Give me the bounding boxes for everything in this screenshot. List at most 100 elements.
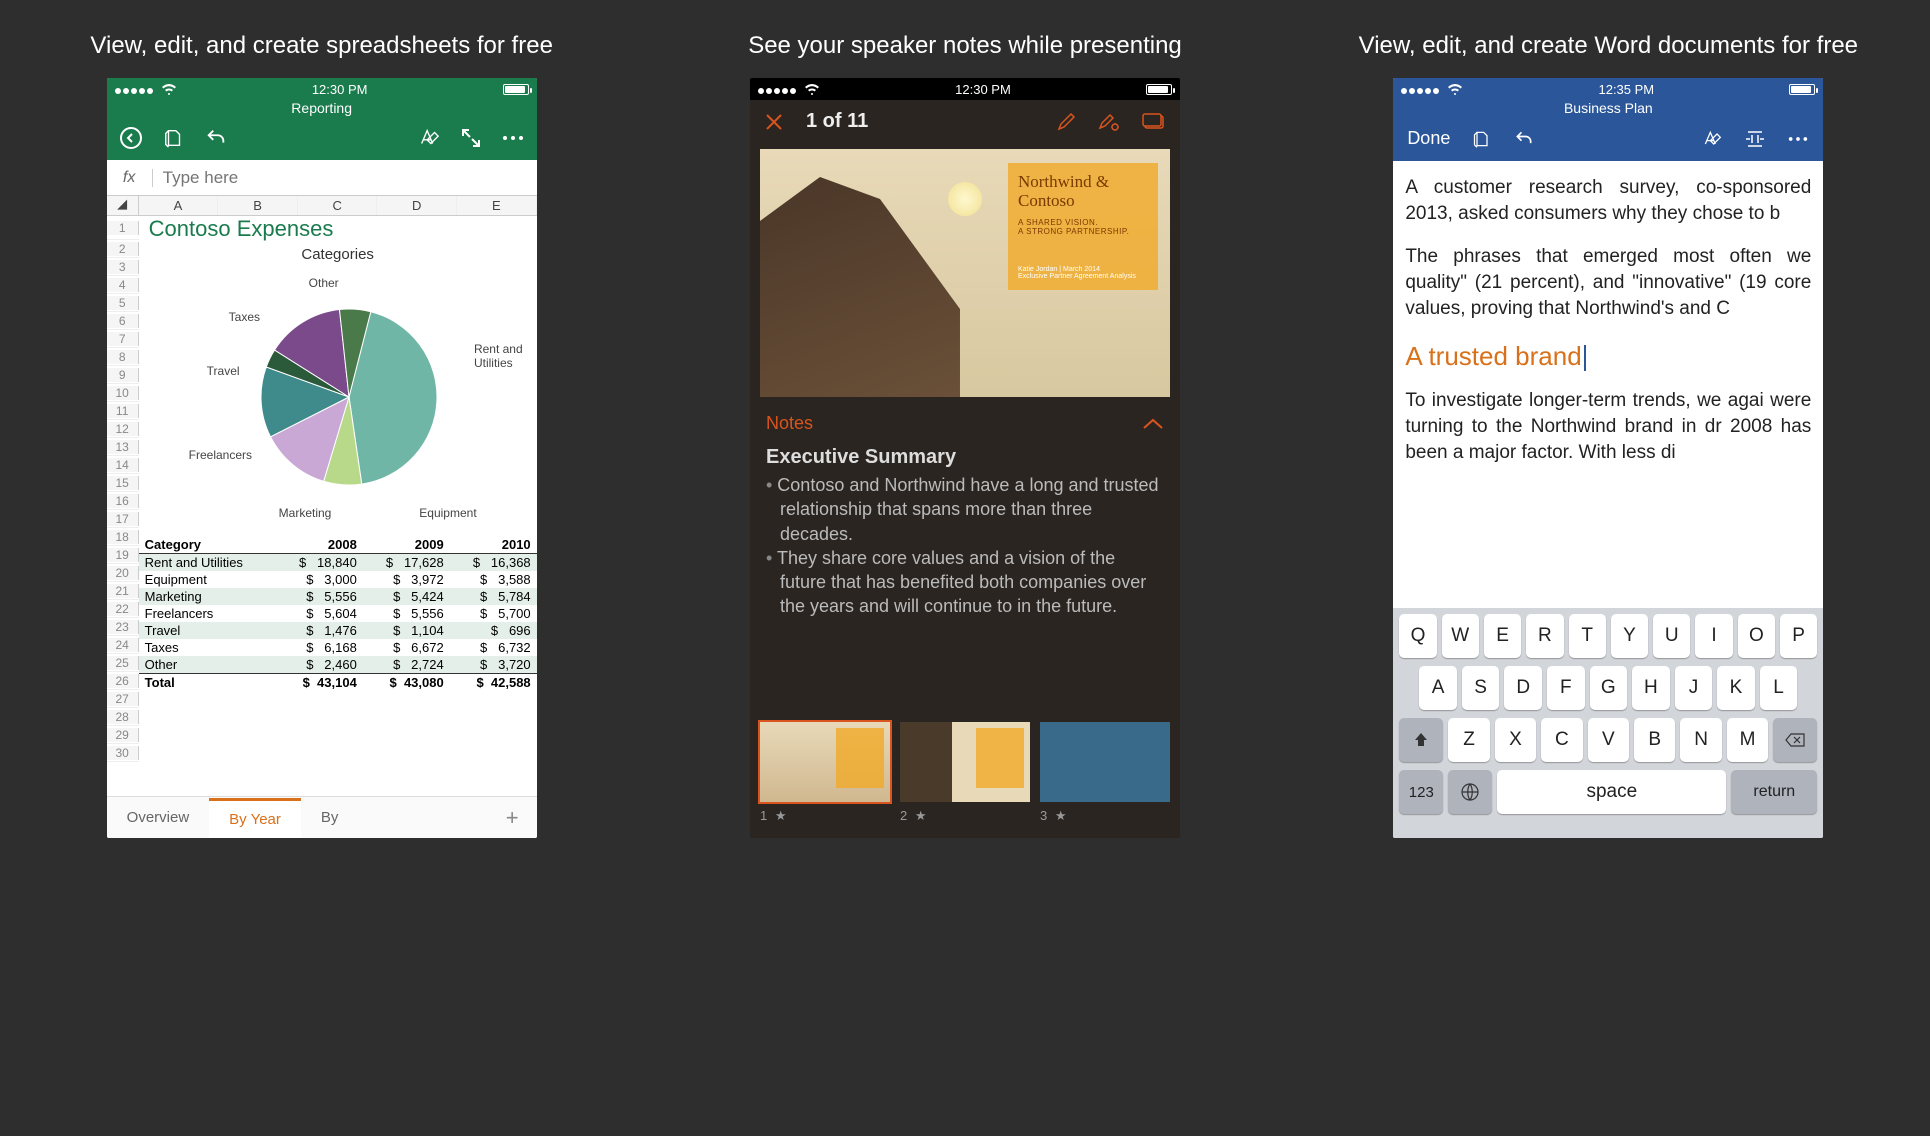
tab-by-year[interactable]: By Year: [209, 798, 301, 838]
key-V[interactable]: V: [1588, 718, 1629, 762]
key-L[interactable]: L: [1760, 666, 1798, 710]
key-K[interactable]: K: [1717, 666, 1755, 710]
key-123[interactable]: 123: [1399, 770, 1443, 814]
pen-icon[interactable]: [1056, 112, 1076, 132]
column-headers: ◢ A B C D E: [107, 196, 537, 216]
close-icon[interactable]: [764, 112, 784, 132]
status-bar: 12:30 PM: [750, 78, 1180, 100]
format-icon[interactable]: [1701, 129, 1723, 149]
star-icon: ★: [775, 808, 787, 823]
key-Q[interactable]: Q: [1399, 614, 1436, 658]
slide-counter: 1 of 11: [806, 110, 868, 133]
key-N[interactable]: N: [1680, 718, 1721, 762]
blank-screen-icon[interactable]: [1142, 113, 1166, 131]
thumbnail-3[interactable]: [1040, 722, 1170, 802]
excel-caption: View, edit, and create spreadsheets for …: [90, 0, 553, 78]
more-icon[interactable]: [1787, 135, 1809, 143]
keyboard: QWERTYUIOP ASDFGHJKL ZXCVBNM 123 space r…: [1393, 608, 1823, 838]
key-W[interactable]: W: [1442, 614, 1479, 658]
key-R[interactable]: R: [1526, 614, 1563, 658]
done-button[interactable]: Done: [1407, 128, 1450, 149]
key-G[interactable]: G: [1590, 666, 1628, 710]
slide-thumbnails: [750, 714, 1180, 808]
key-I[interactable]: I: [1695, 614, 1732, 658]
wifi-icon: [161, 83, 177, 95]
key-return[interactable]: return: [1731, 770, 1817, 814]
word-phone: 12:35 PM Business Plan Done A customer r…: [1393, 78, 1823, 838]
undo-icon[interactable]: [1514, 129, 1534, 149]
word-caption: View, edit, and create Word documents fo…: [1359, 0, 1858, 78]
pie-chart: Categories Rent andUtilities Equipment M…: [139, 242, 537, 522]
notes-header[interactable]: Notes: [750, 403, 1180, 444]
fx-label: fx: [107, 169, 153, 187]
share-icon[interactable]: [1472, 129, 1492, 149]
select-all-corner[interactable]: ◢: [107, 196, 139, 215]
col-A[interactable]: A: [139, 196, 219, 215]
pie-label-mkt: Marketing: [279, 506, 332, 520]
pie-label-rent: Rent andUtilities: [474, 342, 523, 370]
key-globe[interactable]: [1448, 770, 1492, 814]
key-T[interactable]: T: [1569, 614, 1606, 658]
pie-label-tax: Taxes: [229, 310, 260, 324]
signal-dots-icon: [1401, 82, 1441, 97]
ppt-phone: 12:30 PM 1 of 11 Northwind & Contoso A S…: [750, 78, 1180, 838]
chart-title: Categories: [139, 242, 537, 267]
key-F[interactable]: F: [1547, 666, 1585, 710]
key-O[interactable]: O: [1738, 614, 1775, 658]
key-space[interactable]: space: [1497, 770, 1726, 814]
paragraph: The phrases that emerged most often we q…: [1405, 244, 1811, 321]
tab-by[interactable]: By: [301, 799, 359, 836]
ppt-panel: See your speaker notes while presenting …: [663, 0, 1266, 1136]
add-sheet-button[interactable]: +: [488, 795, 537, 839]
col-D[interactable]: D: [377, 196, 457, 215]
data-table: Category 2008 2009 2010 Rent and Utiliti…: [139, 536, 537, 691]
key-D[interactable]: D: [1504, 666, 1542, 710]
ppt-toolbar: 1 of 11: [750, 100, 1180, 143]
col-E[interactable]: E: [457, 196, 537, 215]
excel-phone: 12:30 PM Reporting fx ◢ A B C D: [107, 78, 537, 838]
key-P[interactable]: P: [1780, 614, 1817, 658]
key-S[interactable]: S: [1462, 666, 1500, 710]
formula-input[interactable]: [153, 168, 537, 188]
thumbnail-1[interactable]: [760, 722, 890, 802]
key-shift[interactable]: [1399, 718, 1443, 762]
key-Y[interactable]: Y: [1611, 614, 1648, 658]
key-E[interactable]: E: [1484, 614, 1521, 658]
slide-title-block: Northwind & Contoso A SHARED VISION.A ST…: [1008, 163, 1158, 290]
col-C[interactable]: C: [298, 196, 378, 215]
reflow-icon[interactable]: [1745, 130, 1765, 148]
paragraph: To investigate longer-term trends, we ag…: [1405, 388, 1811, 465]
document-body[interactable]: A customer research survey, co-sponsored…: [1393, 161, 1823, 608]
status-bar: 12:35 PM: [1393, 78, 1823, 100]
key-M[interactable]: M: [1727, 718, 1768, 762]
tab-overview[interactable]: Overview: [107, 799, 210, 836]
undo-icon[interactable]: [205, 127, 227, 149]
word-panel: View, edit, and create Word documents fo…: [1307, 0, 1910, 1136]
excel-grid[interactable]: 1 2 3 4 5 6 7 8 9 10 11 12 13 14 15 16 1…: [107, 216, 537, 838]
notes-body[interactable]: Executive Summary Contoso and Northwind …: [750, 444, 1180, 714]
key-C[interactable]: C: [1541, 718, 1582, 762]
slide-preview[interactable]: Northwind & Contoso A SHARED VISION.A ST…: [760, 149, 1170, 397]
pen-settings-icon[interactable]: [1098, 112, 1120, 132]
battery-icon: [1789, 84, 1815, 95]
excel-toolbar: [107, 120, 537, 160]
slide-title: Northwind & Contoso: [1018, 173, 1148, 210]
key-H[interactable]: H: [1632, 666, 1670, 710]
back-icon[interactable]: [119, 126, 143, 150]
wifi-icon: [1447, 83, 1463, 95]
key-J[interactable]: J: [1675, 666, 1713, 710]
key-Z[interactable]: Z: [1448, 718, 1489, 762]
more-icon[interactable]: [501, 134, 525, 142]
key-backspace[interactable]: [1773, 718, 1817, 762]
thumbnail-2[interactable]: [900, 722, 1030, 802]
key-A[interactable]: A: [1419, 666, 1457, 710]
expand-icon[interactable]: [461, 128, 481, 148]
wifi-icon: [804, 83, 820, 95]
status-time: 12:30 PM: [955, 82, 1011, 97]
share-icon[interactable]: [163, 127, 185, 149]
key-X[interactable]: X: [1495, 718, 1536, 762]
col-B[interactable]: B: [218, 196, 298, 215]
key-B[interactable]: B: [1634, 718, 1675, 762]
format-icon[interactable]: [417, 127, 441, 149]
key-U[interactable]: U: [1653, 614, 1690, 658]
